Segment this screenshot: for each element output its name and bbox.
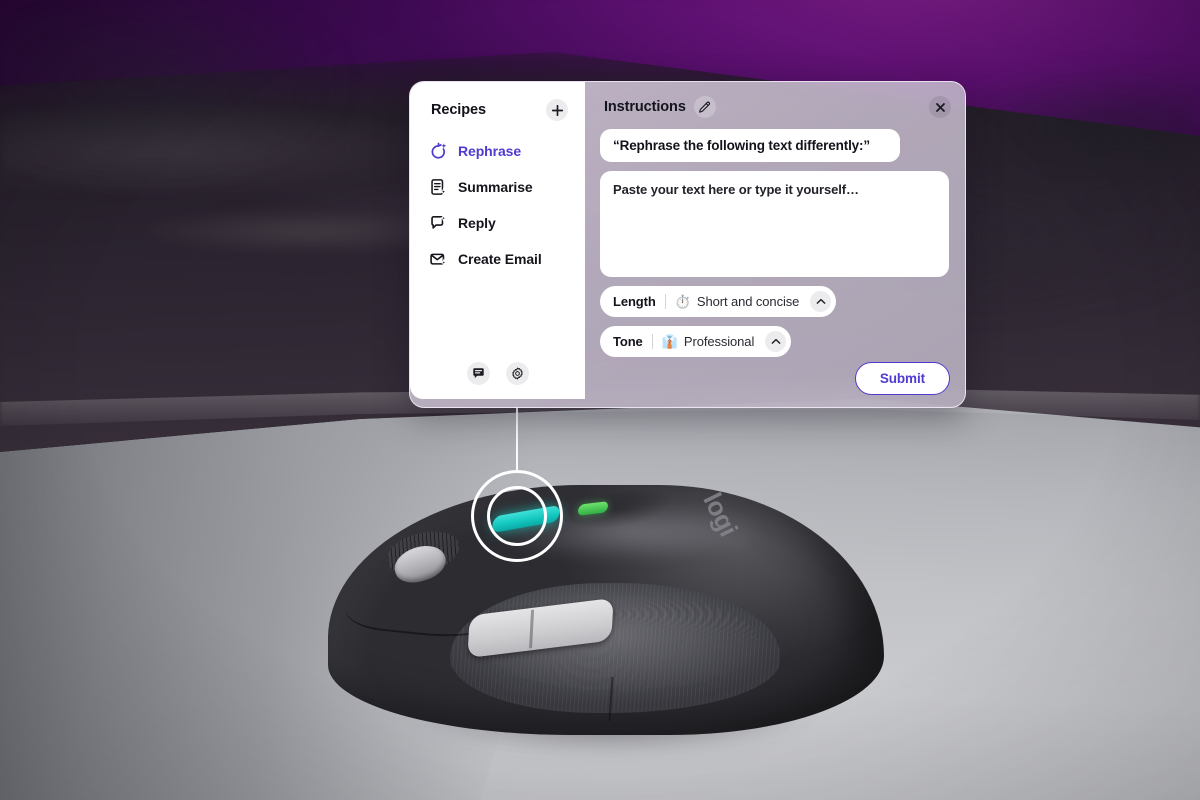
screenshot-stage: logi Recipes [0, 0, 1200, 800]
background-vignette [0, 0, 1200, 800]
